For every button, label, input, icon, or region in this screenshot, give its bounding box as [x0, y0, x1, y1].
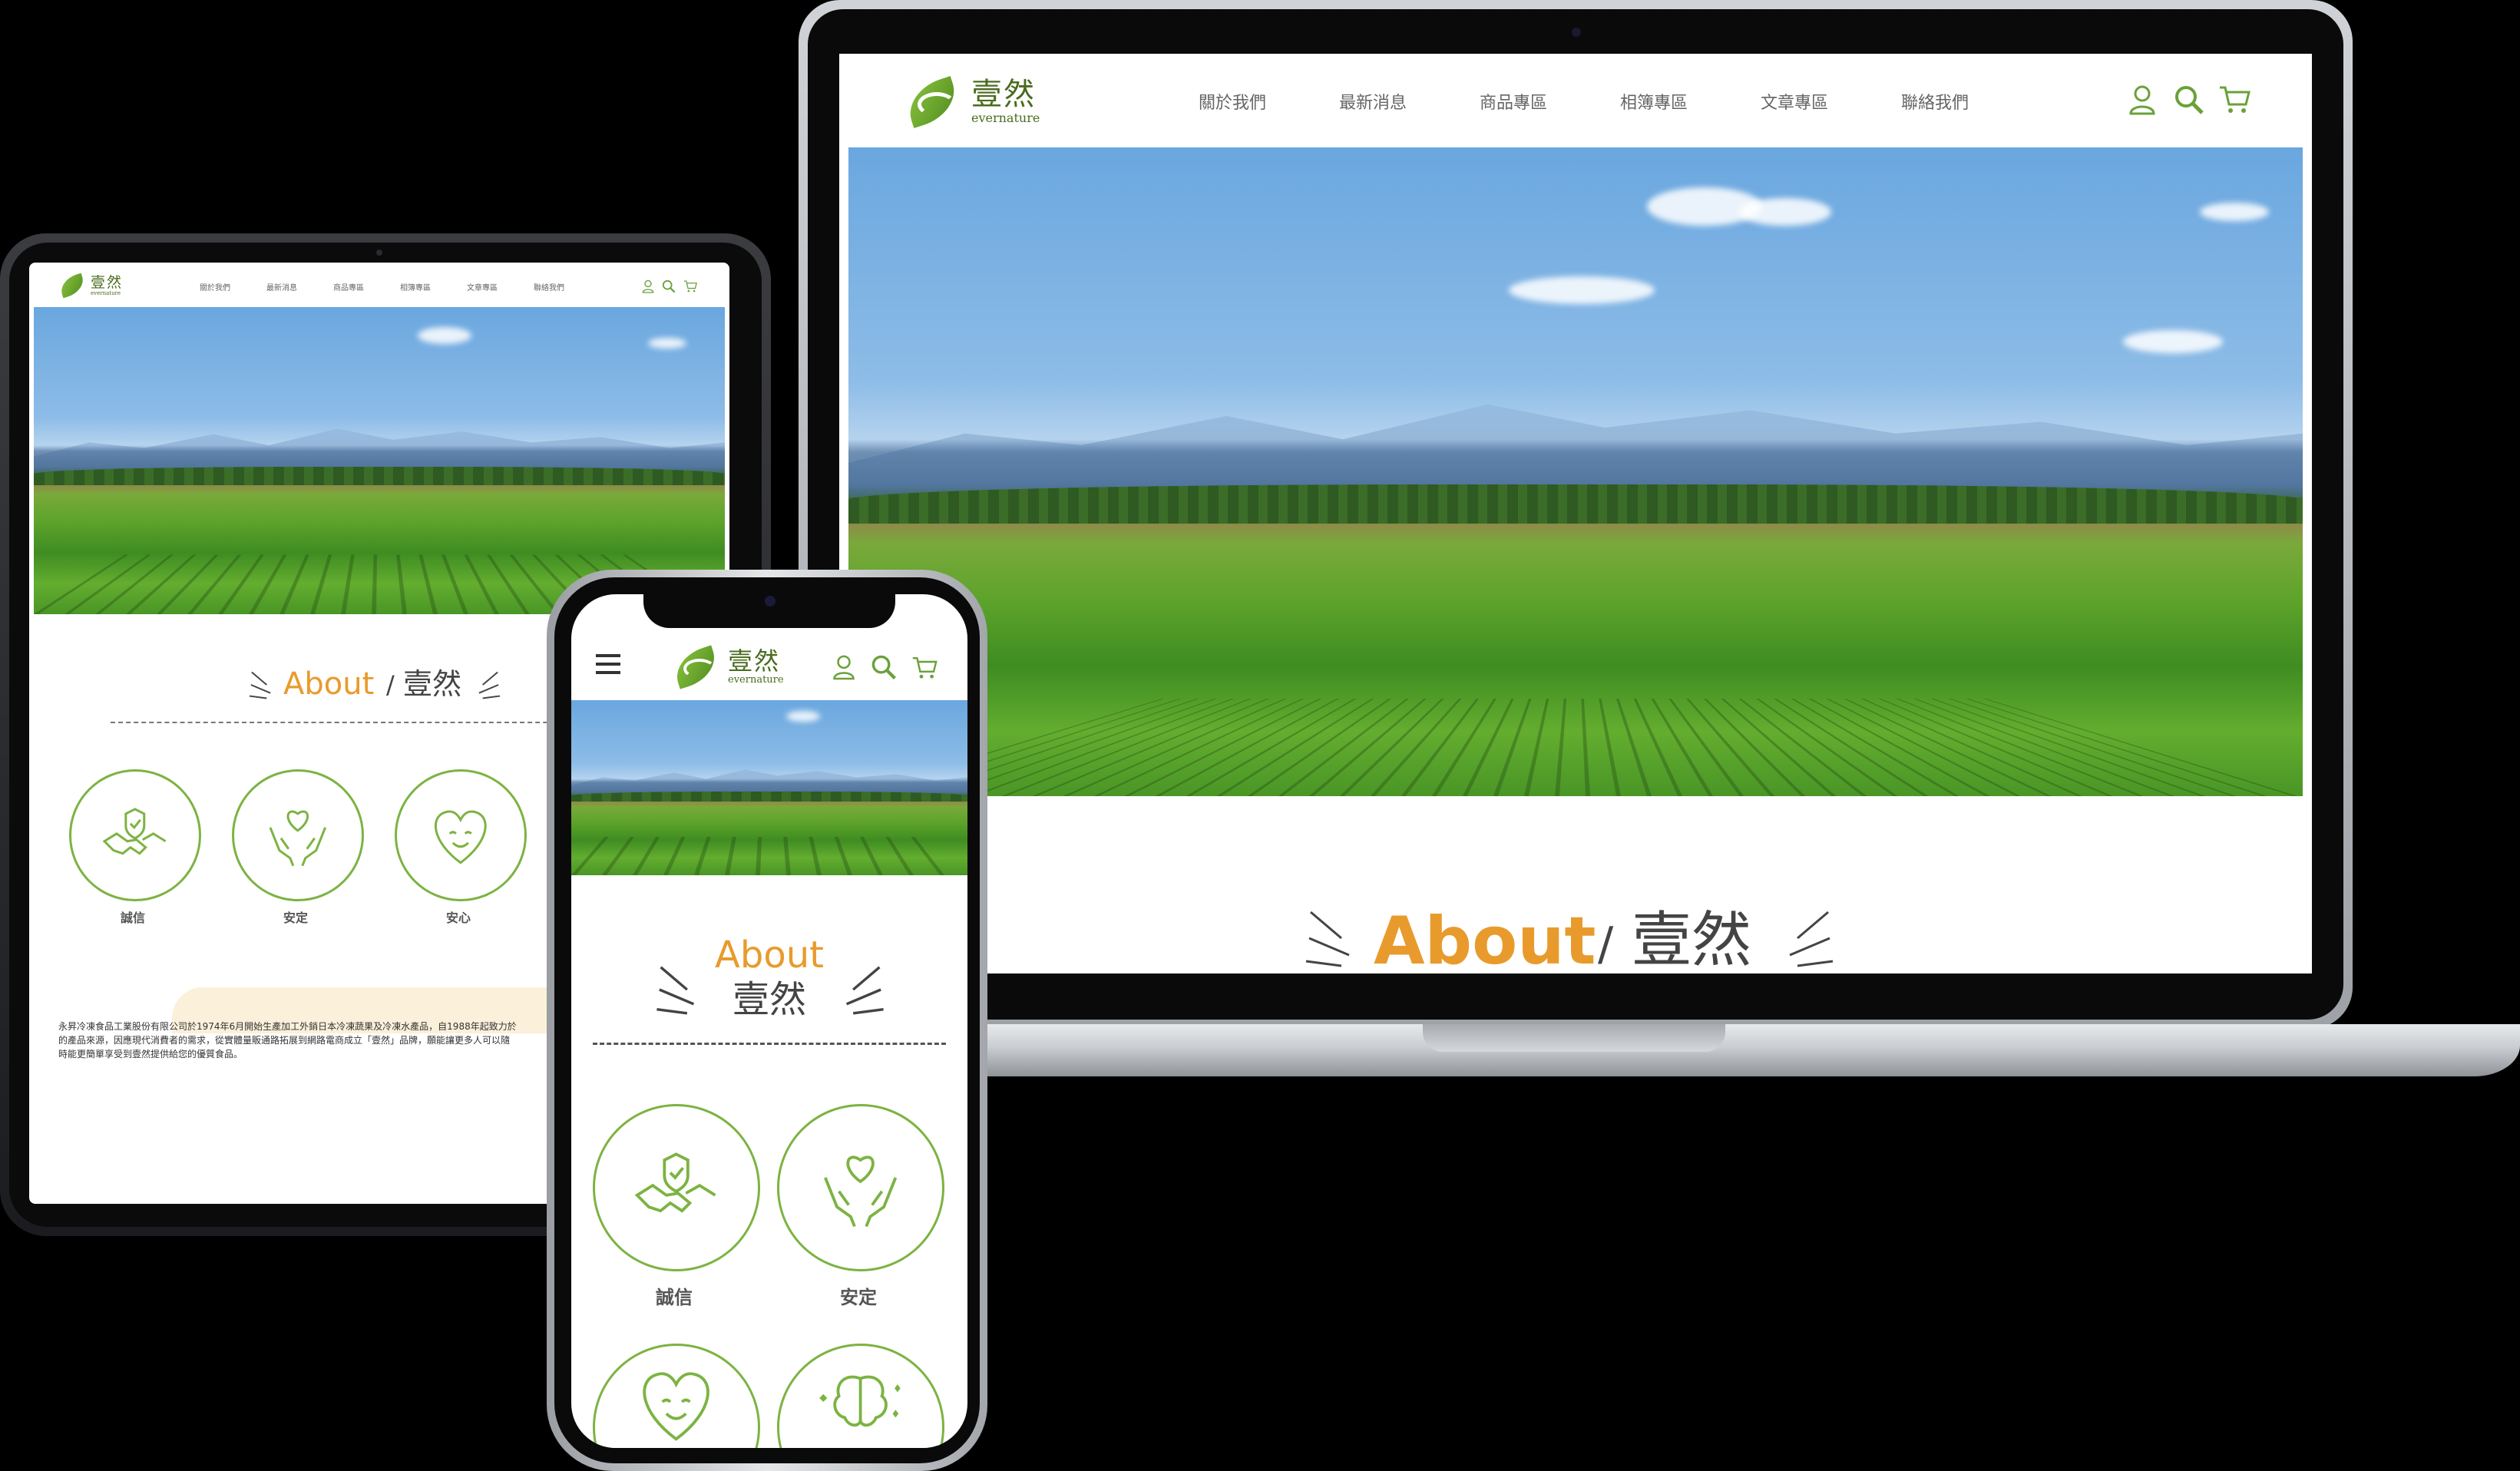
- tablet-heading-deco-left-icon: [248, 669, 274, 700]
- tablet-logo-leaf-icon: [57, 270, 91, 301]
- user-icon[interactable]: [2128, 84, 2156, 115]
- tablet-about-title-cn: 壹然: [403, 665, 461, 703]
- phone-about-heading: About 壹然: [571, 934, 967, 1023]
- nav-item-news[interactable]: 最新消息: [1339, 89, 1480, 114]
- phone-value-circle-integrity: [593, 1104, 760, 1271]
- hamburger-menu-icon[interactable]: [594, 653, 622, 676]
- phone-front-camera: [765, 596, 776, 607]
- phone-about-title-en: About: [571, 934, 967, 977]
- laptop-screen: 壹然 evernature 關於我們 最新消息 商品專區 相簿專區 文章專區 聯…: [839, 54, 2312, 974]
- brain-sparkle-icon: [812, 1355, 909, 1448]
- heading-deco-right-icon: [1782, 907, 1836, 969]
- tablet-value-label-peace-of-mind: 安心: [395, 907, 522, 926]
- about-title-cn: 壹然: [1632, 903, 1751, 974]
- cart-icon[interactable]: [2218, 84, 2250, 115]
- tablet-about-title-en: About: [283, 665, 374, 703]
- laptop-hinge-notch: [1423, 1024, 1725, 1052]
- tablet-nav-item-about[interactable]: 關於我們: [200, 281, 266, 293]
- phone-logo-chinese-name: 壹然: [728, 647, 784, 675]
- about-title-en: About: [1374, 904, 1596, 974]
- tablet-nav-item-albums[interactable]: 相簿專區: [400, 281, 467, 293]
- hands-heart-icon: [812, 1139, 909, 1236]
- phone-heading-deco-left-icon: [654, 963, 700, 1016]
- hero-banner-image: [848, 147, 2303, 796]
- logo-chinese-name: 壹然: [971, 78, 1040, 111]
- tablet-nav-item-news[interactable]: 最新消息: [266, 281, 333, 293]
- phone-screen: 壹然 evernature About 壹然 誠信 安定: [571, 594, 967, 1448]
- phone-value-circle-stability: [777, 1104, 944, 1271]
- phone-value-circle-wisdom: [777, 1344, 944, 1448]
- tablet-user-icon[interactable]: [642, 279, 654, 293]
- phone-heading-divider: [593, 1043, 946, 1045]
- phone-logo-leaf-icon: [670, 640, 728, 693]
- tablet-site-logo[interactable]: 壹然 evernature: [57, 270, 123, 301]
- tablet-value-label-stability: 安定: [232, 907, 359, 926]
- tablet-value-circle-peace-of-mind: [395, 769, 527, 901]
- logo-english-name: evernature: [971, 111, 1040, 125]
- nav-item-albums[interactable]: 相簿專區: [1620, 89, 1761, 114]
- phone-heading-deco-right-icon: [840, 963, 886, 1016]
- nav-item-products[interactable]: 商品專區: [1480, 89, 1620, 114]
- logo-leaf-icon: [901, 69, 970, 134]
- handshake-shield-icon: [627, 1139, 725, 1236]
- tablet-smiling-heart-icon: [422, 797, 499, 874]
- nav-item-articles[interactable]: 文章專區: [1761, 89, 1901, 114]
- phone-value-label-integrity: 誠信: [593, 1282, 756, 1309]
- tablet-nav-item-contact[interactable]: 聯絡我們: [534, 281, 600, 293]
- tablet-logo-chinese-name: 壹然: [91, 275, 123, 290]
- phone-about-title-cn: 壹然: [571, 977, 967, 1023]
- tablet-main-nav: 關於我們 最新消息 商品專區 相簿專區 文章專區 聯絡我們: [200, 281, 600, 293]
- tablet-search-icon[interactable]: [662, 279, 676, 293]
- phone-hero-banner-image: [571, 700, 967, 875]
- search-icon[interactable]: [2174, 84, 2204, 115]
- about-title-separator: /: [1598, 911, 1613, 974]
- about-heading: About / 壹然: [1303, 907, 1856, 974]
- phone-cart-icon[interactable]: [911, 656, 938, 680]
- phone-site-logo[interactable]: 壹然 evernature: [670, 640, 784, 693]
- tablet-handshake-shield-icon: [97, 797, 174, 874]
- tablet-logo-english-name: evernature: [91, 290, 123, 296]
- tablet-value-circle-integrity: [69, 769, 201, 901]
- smiling-heart-icon: [627, 1355, 725, 1448]
- tablet-hands-heart-icon: [260, 797, 336, 874]
- tablet-heading-deco-right-icon: [475, 669, 501, 700]
- tablet-about-heading: About / 壹然: [248, 665, 509, 708]
- site-logo[interactable]: 壹然 evernature: [901, 69, 1040, 134]
- phone-value-label-stability: 安定: [777, 1282, 940, 1309]
- heading-deco-left-icon: [1303, 907, 1357, 969]
- phone-user-icon[interactable]: [832, 654, 855, 680]
- nav-item-about[interactable]: 關於我們: [1199, 89, 1339, 114]
- tablet-nav-item-articles[interactable]: 文章專區: [467, 281, 534, 293]
- main-nav: 關於我們 最新消息 商品專區 相簿專區 文章專區 聯絡我們: [1199, 89, 2042, 114]
- phone-value-circle-peace-of-mind: [593, 1344, 760, 1448]
- tablet-value-label-integrity: 誠信: [69, 907, 197, 926]
- tablet-hero-banner-image: [34, 307, 725, 614]
- laptop-camera: [1572, 28, 1581, 37]
- tablet-nav-item-products[interactable]: 商品專區: [333, 281, 400, 293]
- tablet-value-circle-stability: [232, 769, 364, 901]
- tablet-about-title-separator: /: [386, 666, 395, 703]
- tablet-cart-icon[interactable]: [683, 279, 697, 293]
- nav-item-contact[interactable]: 聯絡我們: [1901, 89, 2042, 114]
- phone-search-icon[interactable]: [871, 654, 897, 680]
- phone-logo-english-name: evernature: [728, 675, 784, 686]
- tablet-camera: [376, 250, 382, 256]
